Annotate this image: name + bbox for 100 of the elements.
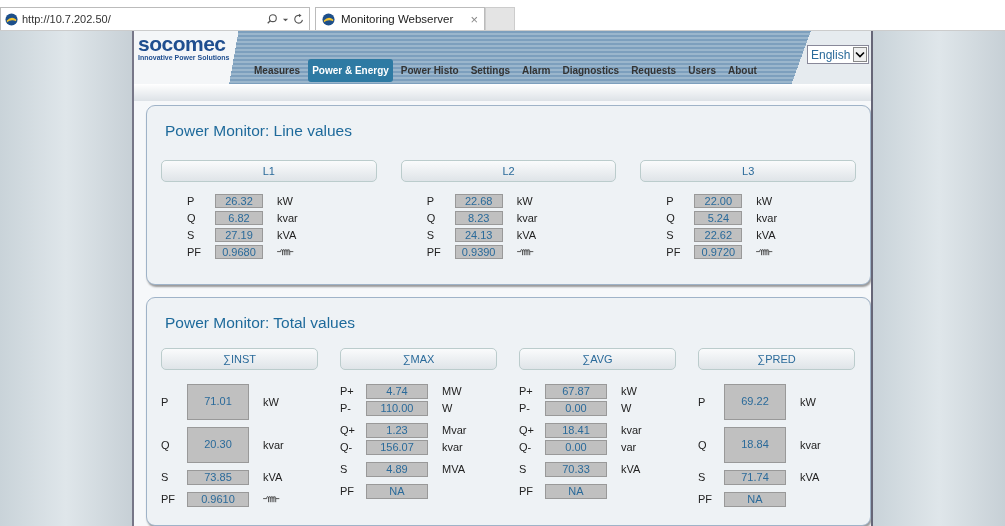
unit-label: kvar [516, 212, 538, 225]
measure-label: P [161, 395, 170, 408]
unit-label: kW [277, 195, 293, 208]
unit-label: kvar [621, 424, 642, 437]
measure-label: PF [519, 485, 535, 498]
column-header: ∑MAX [340, 347, 497, 370]
measure-label: S [187, 229, 196, 242]
value-field: 71.01 [187, 383, 249, 420]
measure-label: Q [187, 212, 197, 225]
measure-label: P [666, 195, 675, 208]
measure-label: P+ [519, 385, 534, 398]
measure-label: Q- [519, 441, 533, 454]
measure-label: PF [340, 485, 356, 498]
value-field: 0.9720 [694, 245, 743, 260]
search-icon[interactable] [266, 13, 278, 25]
measure-label: PF [426, 246, 442, 259]
value-field: 71.74 [724, 469, 786, 485]
url-text: http://10.7.202.50/ [22, 13, 112, 25]
measure-label: S [519, 463, 528, 476]
site-icon [322, 12, 335, 26]
unit-label: kW [800, 395, 816, 408]
browser-tab[interactable]: Monitoring Webserver × [315, 7, 485, 30]
unit-label: kW [756, 195, 773, 208]
unit-label: kVA [756, 229, 776, 242]
column-header: ∑INST [161, 347, 318, 370]
close-tab-button[interactable]: × [470, 11, 478, 27]
measure-label: P+ [340, 385, 355, 398]
value-field: 4.89 [366, 461, 428, 477]
value-field: 69.22 [724, 383, 786, 420]
unit-label: kVA [277, 229, 297, 242]
refresh-icon[interactable] [293, 13, 305, 25]
dropdown-caret-icon[interactable] [853, 47, 867, 62]
unit-label: kW [263, 395, 279, 408]
value-field: 22.62 [694, 228, 743, 243]
measure-label: Q [161, 438, 171, 451]
value-field: NA [724, 491, 786, 507]
value-field: 70.33 [545, 461, 607, 477]
value-field: 27.19 [215, 228, 263, 243]
nav-tab[interactable]: Power Histo [396, 58, 463, 82]
measure-label: P [187, 195, 196, 208]
value-field: 5.24 [694, 211, 743, 226]
unit-label: kVA [800, 471, 820, 484]
value-field: 20.30 [187, 426, 249, 463]
measure-label: Q [666, 212, 676, 225]
value-field: NA [366, 483, 428, 499]
nav-tab[interactable]: Power & Energy [308, 58, 393, 82]
measure-label: S [698, 471, 707, 484]
nav-tab[interactable]: Users [684, 58, 720, 82]
value-field: 26.32 [215, 194, 263, 209]
unit-label: kvar [442, 441, 463, 454]
unit-label: kvar [277, 212, 298, 225]
column-header: ∑AVG [519, 347, 676, 370]
value-field: 6.82 [215, 211, 263, 226]
nav-tab[interactable]: Diagnostics [558, 58, 624, 82]
value-field: 22.68 [454, 194, 503, 209]
value-field: 110.00 [366, 400, 428, 416]
site-icon [5, 12, 18, 26]
column-header: L2 [400, 159, 617, 182]
measure-label: S [340, 463, 349, 476]
unit-label: kvar [263, 438, 284, 451]
measure-label: S [161, 471, 170, 484]
value-field: 8.23 [454, 211, 503, 226]
logo-text: socomec [138, 34, 227, 54]
unit-label: kvar [800, 438, 821, 451]
unit-label: kvar [756, 212, 778, 225]
measure-label: PF [187, 246, 203, 259]
value-field: 0.9390 [454, 245, 503, 260]
column-header: ∑PRED [698, 347, 855, 370]
measure-label: PF [666, 246, 682, 259]
measure-label: Q- [340, 441, 354, 454]
value-field: 0.00 [545, 439, 607, 455]
nav-tab[interactable]: Requests [627, 58, 681, 82]
value-field: 0.00 [545, 400, 607, 416]
unit-label: kVA [516, 229, 537, 242]
value-field: 0.9680 [215, 245, 263, 260]
nav-tab[interactable]: Settings [466, 58, 515, 82]
unit-label: kVA [263, 471, 283, 484]
value-field: 24.13 [454, 228, 503, 243]
value-field: 0.9610 [187, 491, 249, 507]
measure-label: PF [698, 493, 714, 506]
column-header: L3 [640, 159, 856, 182]
value-field: 18.41 [545, 422, 607, 438]
unit-label: W [621, 402, 632, 415]
value-field: 1.23 [366, 422, 428, 438]
unit-label: kW [516, 195, 533, 208]
measure-label: S [426, 229, 435, 242]
unit-label: MVA [442, 463, 466, 476]
measure-label: Q+ [519, 424, 535, 437]
nav-tab[interactable]: Measures [250, 58, 305, 82]
nav-tab[interactable]: Alarm [518, 58, 555, 82]
panel-title: Power Monitor: Total values [164, 312, 357, 333]
measure-label: Q+ [340, 424, 356, 437]
language-select[interactable]: English [807, 45, 869, 64]
measure-label: P- [519, 402, 531, 415]
address-bar[interactable]: http://10.7.202.50/ [0, 7, 310, 30]
value-field: 18.84 [724, 426, 786, 463]
measure-label: PF [161, 493, 177, 506]
value-field: 156.07 [366, 439, 428, 455]
nav-tab[interactable]: About [723, 58, 761, 82]
value-field: NA [545, 483, 607, 499]
